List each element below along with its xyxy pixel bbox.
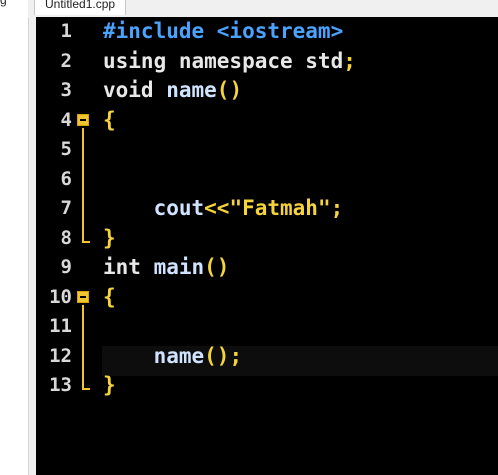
code-line[interactable]: 6 [36,165,498,195]
code-text: { [103,283,116,313]
line-number: 10 [49,285,72,308]
code-token: () [204,255,230,279]
code-line[interactable]: 3 void name() [36,76,498,106]
line-number: 1 [60,20,72,42]
code-text: } [103,224,116,254]
line-number: 8 [60,226,72,249]
code-token: name [166,78,217,102]
code-token: name [103,343,205,368]
code-token: main [153,255,205,279]
line-number: 13 [49,374,72,396]
line-number: 9 [60,256,72,278]
code-line[interactable]: 13} [36,371,498,401]
code-token: int [103,255,154,279]
code-line[interactable]: 10 { [36,283,498,313]
code-token: } [103,225,116,250]
line-number: 4 [60,108,72,131]
code-token: } [103,373,116,397]
code-token: () [216,78,243,102]
code-token: (); [204,343,243,368]
tab-untitled1-cpp[interactable]: Untitled1.cpp [34,0,127,15]
line-number: 7 [60,197,72,219]
code-line[interactable]: 5 [36,135,498,165]
left-panel: g [0,0,29,475]
editor-tab-bar: Untitled1.cpp [28,0,498,18]
code-token: { [103,284,116,309]
line-number: 11 [49,315,72,337]
fold-collapse-icon[interactable] [77,291,89,303]
code-line[interactable]: 11 [36,312,498,342]
code-line[interactable]: 4{ [36,106,498,136]
code-token: void [103,78,167,102]
code-editor[interactable]: 1 #include <iostream> 2 using namespace std… [36,17,498,475]
code-line[interactable]: 1 #include <iostream> [36,17,498,47]
fold-guide [82,128,84,233]
code-text: int main() [103,253,229,283]
fold-collapse-icon[interactable] [77,114,89,126]
code-line[interactable]: 2 using namespace std; [36,47,498,77]
code-token: ; [343,48,356,73]
line-number: 12 [49,344,72,367]
line-number: 5 [60,138,72,160]
code-line[interactable]: 8} [36,224,498,254]
code-token: << [204,196,230,220]
fold-guide [82,305,84,380]
code-token: { [103,107,116,132]
code-token: #include <iostream> [103,19,344,43]
code-token: cout [103,196,205,220]
code-text: using namespace std; [103,47,356,77]
code-text: name(); [103,342,243,372]
code-line[interactable]: 7 cout<<"Fatmah"; [36,194,498,224]
fold-end-marker [82,229,90,243]
code-text: cout<<"Fatmah"; [103,194,344,224]
code-text: #include <iostream> [103,17,343,47]
code-token: "Fatmah" [229,196,331,220]
code-token: using namespace std [103,48,344,73]
line-number: 2 [60,49,72,72]
code-line[interactable]: 12 name(); [36,342,498,372]
code-text: } [103,371,116,401]
code-text: void name() [103,76,242,106]
code-line[interactable]: 9 int main() [36,253,498,283]
line-number: 3 [60,79,72,101]
code-text: { [103,106,116,136]
fold-end-marker [82,376,90,390]
code-token: ; [330,196,344,220]
line-number: 6 [60,167,72,190]
left-tab-label[interactable]: g [0,0,27,11]
